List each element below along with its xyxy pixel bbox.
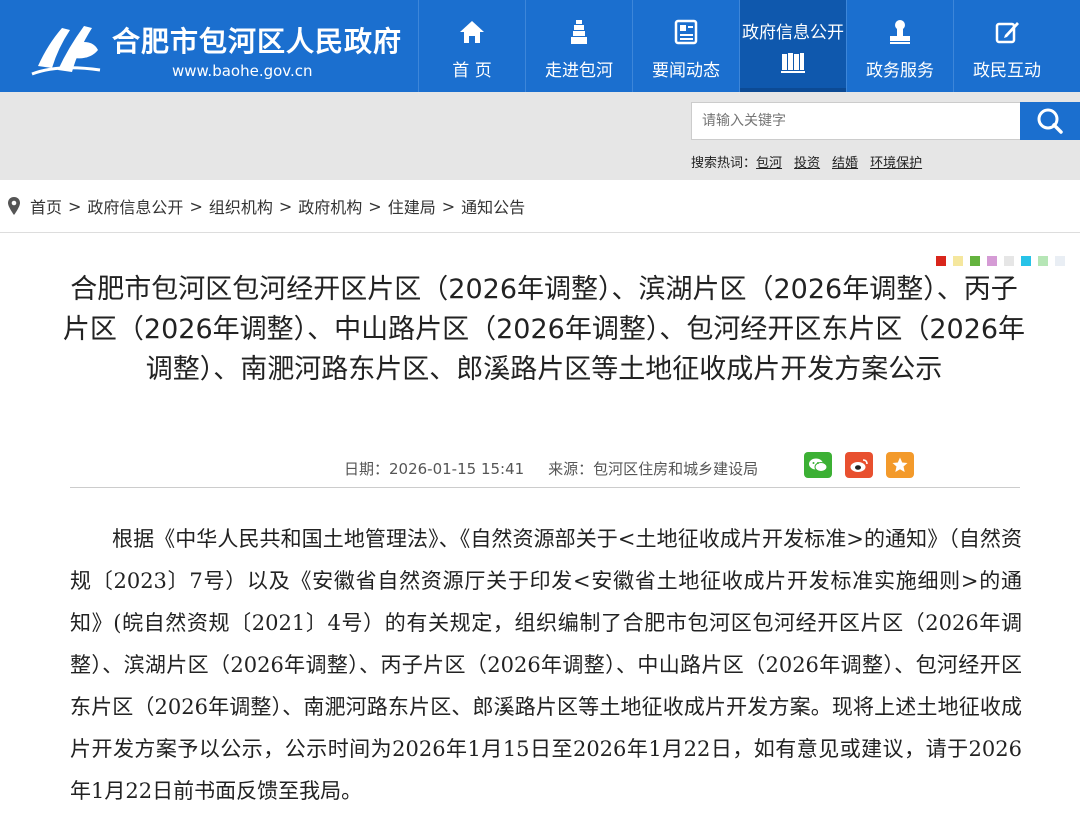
breadcrumb-item[interactable]: 政府机构 (298, 194, 362, 218)
article-source: 来源：包河区住房和城乡建设局 (548, 460, 759, 478)
article-date: 日期：2026-01-15 15:41 (344, 460, 525, 478)
theme-swatch[interactable] (970, 256, 980, 266)
wechat-icon[interactable] (804, 452, 832, 478)
nav-item-interaction[interactable]: 政民互动 (953, 0, 1060, 92)
nav-item-services[interactable]: 政务服务 (846, 0, 953, 92)
search-icon (1037, 108, 1063, 134)
hot-words: 搜索热词： 包河 投资 结婚 环境保护 (691, 152, 922, 171)
breadcrumb: 首页 > 政府信息公开 > 组织机构 > 政府机构 > 住建局 > 通知公告 (0, 180, 1080, 232)
nav-label: 政务服务 (866, 61, 934, 81)
breadcrumb-separator: > (68, 196, 82, 216)
share-buttons (804, 452, 914, 478)
nav-item-news[interactable]: 要闻动态 (632, 0, 739, 92)
breadcrumb-item[interactable]: 通知公告 (461, 194, 525, 218)
hot-word-link[interactable]: 包河 (756, 152, 782, 171)
article-body: 根据《中华人民共和国土地管理法》、《自然资源部关于<土地征收成片开发标准>的通知… (70, 527, 1022, 803)
breadcrumb-separator: > (441, 196, 456, 216)
theme-swatch[interactable] (936, 256, 946, 266)
hot-word-link[interactable]: 投资 (794, 152, 820, 171)
hot-word-link[interactable]: 环境保护 (870, 152, 922, 171)
nav-label: 政府信息公开 (742, 23, 844, 43)
newspaper-icon (633, 18, 739, 46)
nav-label: 要闻动态 (652, 61, 720, 81)
hot-words-label: 搜索热词： (691, 156, 757, 171)
location-pin-icon (8, 197, 20, 215)
baohe-logo-icon[interactable] (28, 14, 104, 80)
breadcrumb-separator: > (368, 196, 382, 216)
nav-label: 政民互动 (973, 61, 1041, 81)
breadcrumb-divider (0, 232, 1080, 233)
theme-swatch[interactable] (1021, 256, 1031, 266)
home-icon (419, 18, 525, 46)
article-meta: 日期：2026-01-15 15:41 来源：包河区住房和城乡建设局 (344, 458, 758, 479)
favorite-icon[interactable] (886, 452, 914, 478)
site-header: 合肥市包河区人民政府 www.baohe.gov.cn 首 页 走进包河 要闻动… (0, 0, 1080, 92)
site-name[interactable]: 合肥市包河区人民政府 (112, 20, 402, 60)
main-nav: 首 页 走进包河 要闻动态 政府信息公开 政务服务 政民互动 (418, 0, 1060, 92)
breadcrumb-item[interactable]: 住建局 (388, 194, 436, 218)
nav-label: 走进包河 (545, 61, 613, 81)
breadcrumb-item[interactable]: 组织机构 (209, 194, 273, 218)
tower-icon (526, 18, 632, 46)
theme-swatch[interactable] (987, 256, 997, 266)
weibo-icon[interactable] (845, 452, 873, 478)
search-input[interactable] (691, 102, 1021, 140)
hot-word-link[interactable]: 结婚 (832, 152, 858, 171)
books-icon (740, 50, 846, 78)
edit-icon (954, 18, 1060, 46)
breadcrumb-separator: > (278, 196, 293, 216)
search-band: 搜索热词： 包河 投资 结婚 环境保护 (0, 92, 1080, 180)
nav-item-home[interactable]: 首 页 (418, 0, 525, 92)
search-button[interactable] (1020, 102, 1080, 140)
theme-swatches (936, 256, 1065, 266)
nav-item-gov-info[interactable]: 政府信息公开 (739, 0, 846, 92)
site-url[interactable]: www.baohe.gov.cn (172, 62, 313, 80)
article-title: 合肥市包河区包河经开区片区（2026年调整）、滨湖片区（2026年调整）、丙子片… (62, 274, 1026, 385)
stamp-icon (847, 18, 953, 46)
breadcrumb-item[interactable]: 首页 (30, 194, 62, 218)
theme-swatch[interactable] (1038, 256, 1048, 266)
theme-swatch[interactable] (1055, 256, 1065, 266)
breadcrumb-item[interactable]: 政府信息公开 (87, 194, 183, 218)
nav-label: 首 页 (452, 61, 492, 81)
nav-item-about[interactable]: 走进包河 (525, 0, 632, 92)
theme-swatch[interactable] (953, 256, 963, 266)
theme-swatch[interactable] (1004, 256, 1014, 266)
breadcrumb-separator: > (189, 196, 203, 216)
meta-divider (70, 487, 1020, 488)
